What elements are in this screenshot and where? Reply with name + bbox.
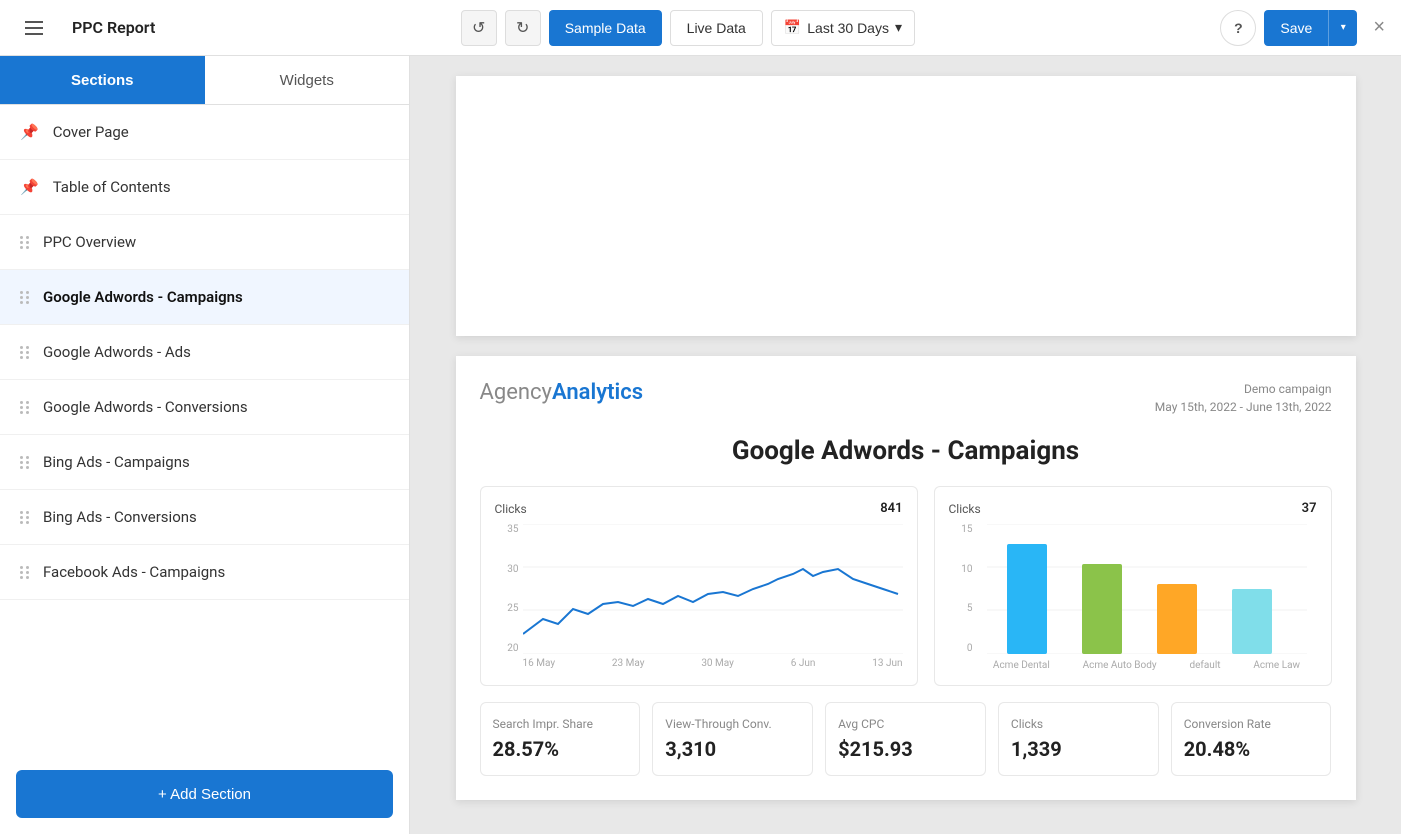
bar-chart-label: Clicks <box>949 502 981 516</box>
sidebar-item-facebook-ads-campaigns[interactable]: Facebook Ads - Campaigns <box>0 545 409 600</box>
help-button[interactable]: ? <box>1220 10 1256 46</box>
sidebar-item-google-adwords-ads[interactable]: Google Adwords - Ads <box>0 325 409 380</box>
sidebar-item-bing-ads-campaigns[interactable]: Bing Ads - Campaigns <box>0 435 409 490</box>
metric-label: Clicks <box>1011 717 1146 731</box>
sidebar-item-label: Google Adwords - Ads <box>43 343 191 361</box>
sidebar-item-google-adwords-campaigns[interactable]: Google Adwords - Campaigns <box>0 270 409 325</box>
metric-card-view-through: View-Through Conv. 3,310 <box>652 702 813 776</box>
metric-label: Search Impr. Share <box>493 717 628 731</box>
drag-handle-icon <box>20 291 29 304</box>
metric-value: 20.48% <box>1184 737 1319 761</box>
metric-label: Avg CPC <box>838 717 973 731</box>
report-page: AgencyAnalytics Demo campaign May 15th, … <box>456 356 1356 800</box>
sidebar-tabs: Sections Widgets <box>0 56 409 105</box>
bar-chart-svg <box>977 524 1317 654</box>
report-page-title: Google Adwords - Campaigns <box>480 436 1332 466</box>
charts-row: Clicks 841 35 30 25 20 <box>480 486 1332 686</box>
blank-page <box>456 76 1356 336</box>
sidebar: Sections Widgets 📌 Cover Page 📌 Table of… <box>0 56 410 834</box>
drag-handle-icon <box>20 566 29 579</box>
app-title: PPC Report <box>72 18 155 37</box>
pin-icon: 📌 <box>20 123 39 141</box>
metric-value: 28.57% <box>493 737 628 761</box>
drag-handle-icon <box>20 346 29 359</box>
app-header: PPC Report ↺ ↻ Sample Data Live Data 📅 L… <box>0 0 1401 56</box>
line-chart-with-yaxis: 35 30 25 20 <box>495 524 903 654</box>
save-button[interactable]: Save <box>1264 10 1329 46</box>
metric-label: Conversion Rate <box>1184 717 1319 731</box>
sidebar-item-google-adwords-conversions[interactable]: Google Adwords - Conversions <box>0 380 409 435</box>
add-section-button[interactable]: + Add Section <box>16 770 393 818</box>
line-chart-header: Clicks 841 <box>495 501 903 516</box>
tab-sections[interactable]: Sections <box>0 56 205 104</box>
agency-analytics-logo: AgencyAnalytics <box>480 380 644 405</box>
line-chart-svg <box>523 524 903 654</box>
report-campaign-name: Demo campaign <box>1155 380 1332 398</box>
metric-card-avg-cpc: Avg CPC $215.93 <box>825 702 986 776</box>
metric-card-clicks: Clicks 1,339 <box>998 702 1159 776</box>
sidebar-items-list: 📌 Cover Page 📌 Table of Contents PPC Ove… <box>0 105 409 754</box>
redo-button[interactable]: ↻ <box>505 10 541 46</box>
bar-chart-y-axis: 15 10 5 0 <box>949 524 977 654</box>
close-button[interactable]: × <box>1373 16 1385 39</box>
drag-handle-icon <box>20 236 29 249</box>
sidebar-item-cover-page[interactable]: 📌 Cover Page <box>0 105 409 160</box>
date-range-button[interactable]: 📅 Last 30 Days ▾ <box>771 10 915 46</box>
main-layout: Sections Widgets 📌 Cover Page 📌 Table of… <box>0 56 1401 834</box>
header-center-controls: ↺ ↻ Sample Data Live Data 📅 Last 30 Days… <box>167 10 1208 46</box>
date-range-label: Last 30 Days <box>807 20 889 36</box>
metric-value: 3,310 <box>665 737 800 761</box>
sidebar-item-label: Bing Ads - Conversions <box>43 508 197 526</box>
bar-chart-x-labels: Acme Dental Acme Auto Body default Acme … <box>977 660 1317 671</box>
metric-label: View-Through Conv. <box>665 717 800 731</box>
bar-chart-card: Clicks 37 15 10 5 0 <box>934 486 1332 686</box>
metric-value: 1,339 <box>1011 737 1146 761</box>
line-chart-x-labels: 16 May 23 May 30 May 6 Jun 13 Jun <box>495 658 903 669</box>
metric-card-search-impr: Search Impr. Share 28.57% <box>480 702 641 776</box>
calendar-icon: 📅 <box>784 19 801 36</box>
main-content-area: AgencyAnalytics Demo campaign May 15th, … <box>410 56 1401 834</box>
undo-button[interactable]: ↺ <box>461 10 497 46</box>
save-button-group: Save ▾ <box>1264 10 1357 46</box>
sidebar-item-table-of-contents[interactable]: 📌 Table of Contents <box>0 160 409 215</box>
sidebar-item-label: Table of Contents <box>53 178 171 196</box>
line-chart-label: Clicks <box>495 502 527 516</box>
sidebar-item-bing-ads-conversions[interactable]: Bing Ads - Conversions <box>0 490 409 545</box>
header-right-controls: ? Save ▾ × <box>1220 10 1385 46</box>
logo-analytics-text: Analytics <box>552 380 643 405</box>
hamburger-icon <box>21 17 47 39</box>
sample-data-button[interactable]: Sample Data <box>549 10 662 46</box>
line-chart-card: Clicks 841 35 30 25 20 <box>480 486 918 686</box>
tab-widgets[interactable]: Widgets <box>205 56 410 104</box>
drag-handle-icon <box>20 456 29 469</box>
sidebar-item-label: Facebook Ads - Campaigns <box>43 563 225 581</box>
bar-chart-value: 37 <box>1302 501 1317 516</box>
bar-chart-content: Acme Dental Acme Auto Body default Acme … <box>977 524 1317 671</box>
metric-card-conversion-rate: Conversion Rate 20.48% <box>1171 702 1332 776</box>
report-page-header: AgencyAnalytics Demo campaign May 15th, … <box>480 380 1332 416</box>
sidebar-item-label: Google Adwords - Conversions <box>43 398 248 416</box>
sidebar-item-label: PPC Overview <box>43 233 136 251</box>
save-dropdown-button[interactable]: ▾ <box>1329 10 1357 46</box>
line-chart-body: 35 30 25 20 <box>495 524 903 669</box>
line-chart-value: 841 <box>880 501 902 516</box>
report-meta: Demo campaign May 15th, 2022 - June 13th… <box>1155 380 1332 416</box>
metrics-row: Search Impr. Share 28.57% View-Through C… <box>480 702 1332 776</box>
bar-chart-body: 15 10 5 0 <box>949 524 1317 671</box>
sidebar-item-label: Google Adwords - Campaigns <box>43 288 243 306</box>
bar-chart-header: Clicks 37 <box>949 501 1317 516</box>
pin-icon: 📌 <box>20 178 39 196</box>
logo-agency-text: Agency <box>480 380 552 405</box>
metric-value: $215.93 <box>838 737 973 761</box>
chevron-down-icon: ▾ <box>895 19 902 36</box>
sidebar-item-label: Bing Ads - Campaigns <box>43 453 190 471</box>
report-date-range: May 15th, 2022 - June 13th, 2022 <box>1155 398 1332 416</box>
hamburger-menu-button[interactable] <box>16 10 52 46</box>
live-data-button[interactable]: Live Data <box>670 10 763 46</box>
sidebar-item-label: Cover Page <box>53 123 129 141</box>
drag-handle-icon <box>20 511 29 524</box>
drag-handle-icon <box>20 401 29 414</box>
line-chart-y-axis: 35 30 25 20 <box>495 524 523 654</box>
sidebar-item-ppc-overview[interactable]: PPC Overview <box>0 215 409 270</box>
